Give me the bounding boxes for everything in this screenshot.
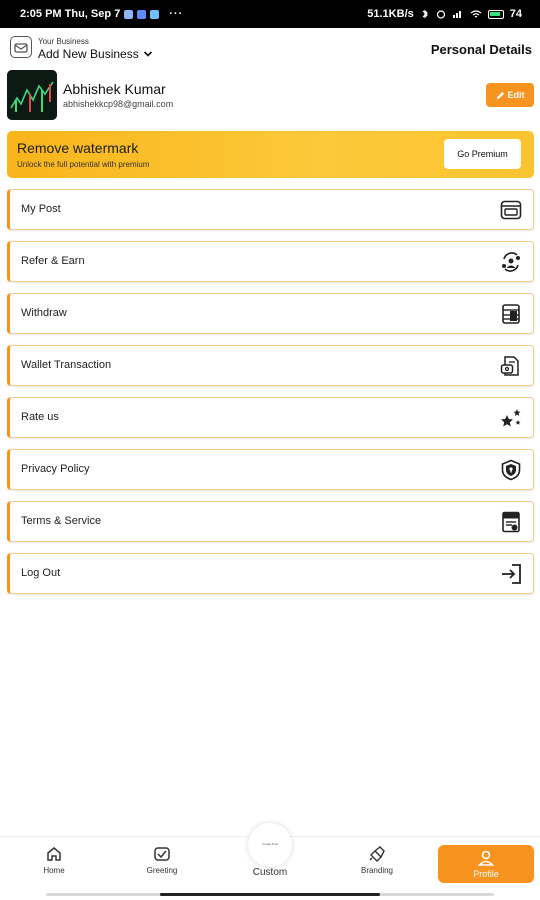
home-icon bbox=[47, 847, 61, 861]
pencil-icon bbox=[496, 91, 504, 99]
wifi-icon bbox=[470, 10, 482, 18]
menu-item-label: Withdraw bbox=[21, 307, 67, 319]
menu-item-withdraw[interactable]: Withdraw bbox=[7, 293, 534, 334]
notification-icon bbox=[137, 9, 147, 19]
menu-item-log-out[interactable]: Log Out bbox=[7, 553, 534, 594]
menu-item-label: Rate us bbox=[21, 411, 59, 423]
document-icon bbox=[499, 510, 523, 534]
wallet-icon bbox=[499, 354, 523, 378]
create-post-label: Create Post bbox=[262, 842, 278, 847]
signal-icon bbox=[452, 11, 461, 18]
nav-branding-label: Branding bbox=[360, 866, 394, 875]
nav-branding[interactable]: Branding bbox=[332, 845, 422, 885]
profile-menu: My Post Refer & Earn Withdraw Wallet Tra… bbox=[7, 189, 534, 605]
menu-item-rate-us[interactable]: Rate us bbox=[7, 397, 534, 438]
menu-item-label: Log Out bbox=[21, 567, 61, 579]
menu-item-terms-service[interactable]: Terms & Service bbox=[7, 501, 534, 542]
business-selector[interactable]: Add New Business bbox=[38, 47, 153, 61]
battery-level: 74 bbox=[509, 8, 522, 20]
menu-item-refer-earn[interactable]: Refer & Earn bbox=[7, 241, 534, 282]
menu-item-label: Privacy Policy bbox=[21, 463, 90, 475]
gesture-bar[interactable] bbox=[160, 893, 380, 896]
logout-icon bbox=[499, 562, 523, 586]
premium-banner[interactable]: Remove watermark Unlock the full potenti… bbox=[7, 131, 534, 178]
nav-greeting-label: Greeting bbox=[146, 866, 178, 875]
business-label: Your Business bbox=[38, 37, 89, 46]
withdraw-icon bbox=[499, 302, 523, 326]
menu-item-my-post[interactable]: My Post bbox=[7, 189, 534, 230]
post-icon bbox=[499, 198, 523, 222]
refer-icon bbox=[499, 250, 523, 274]
nav-profile[interactable]: Profile bbox=[438, 845, 534, 883]
avatar[interactable] bbox=[7, 70, 57, 120]
status-time-date: 2:05 PM Thu, Sep 7 bbox=[20, 8, 121, 20]
alarm-icon bbox=[436, 10, 445, 19]
battery-icon bbox=[487, 9, 504, 19]
edit-profile-button[interactable]: Edit bbox=[486, 83, 534, 107]
profile-email: abhishekkcp98@gmail.com bbox=[63, 99, 174, 109]
bluetooth-icon bbox=[422, 9, 428, 19]
user-icon bbox=[477, 850, 495, 866]
greeting-icon bbox=[154, 847, 170, 861]
notification-icon bbox=[150, 9, 160, 19]
more-notifications-icon: ··· bbox=[169, 8, 184, 20]
stars-icon bbox=[499, 406, 523, 430]
menu-item-wallet-transaction[interactable]: Wallet Transaction bbox=[7, 345, 534, 386]
network-speed: 51.1KB/s bbox=[367, 8, 414, 20]
nav-home-label: Home bbox=[43, 866, 65, 875]
nav-profile-label: Profile bbox=[473, 869, 499, 879]
nav-greeting[interactable]: Greeting bbox=[117, 845, 207, 885]
business-value: Add New Business bbox=[38, 47, 139, 61]
nav-custom-label[interactable]: Custom bbox=[240, 867, 300, 878]
menu-item-label: Terms & Service bbox=[21, 515, 102, 527]
create-post-button[interactable]: Create Post bbox=[248, 823, 292, 867]
menu-item-label: My Post bbox=[21, 203, 61, 215]
status-bar: 2:05 PM Thu, Sep 7 ··· 51.1KB/s 74 bbox=[0, 0, 540, 28]
premium-title: Remove watermark bbox=[17, 140, 139, 156]
nav-home[interactable]: Home bbox=[9, 845, 99, 885]
megaphone-icon bbox=[369, 846, 385, 862]
go-premium-button[interactable]: Go Premium bbox=[444, 139, 521, 169]
edit-label: Edit bbox=[507, 90, 525, 100]
bottom-nav: Home Greeting Create Post Custom Brandin… bbox=[0, 823, 540, 900]
shield-icon bbox=[499, 458, 523, 482]
business-icon[interactable] bbox=[10, 36, 32, 58]
menu-item-privacy-policy[interactable]: Privacy Policy bbox=[7, 449, 534, 490]
menu-item-label: Refer & Earn bbox=[21, 255, 85, 267]
notification-icon bbox=[124, 9, 134, 19]
premium-subtitle: Unlock the full potential with premium bbox=[17, 160, 150, 169]
chevron-down-icon bbox=[143, 51, 152, 57]
page-title: Personal Details bbox=[430, 42, 532, 57]
menu-item-label: Wallet Transaction bbox=[21, 359, 112, 371]
app-header: Your Business Add New Business Personal … bbox=[0, 28, 540, 70]
profile-name: Abhishek Kumar bbox=[63, 81, 166, 97]
